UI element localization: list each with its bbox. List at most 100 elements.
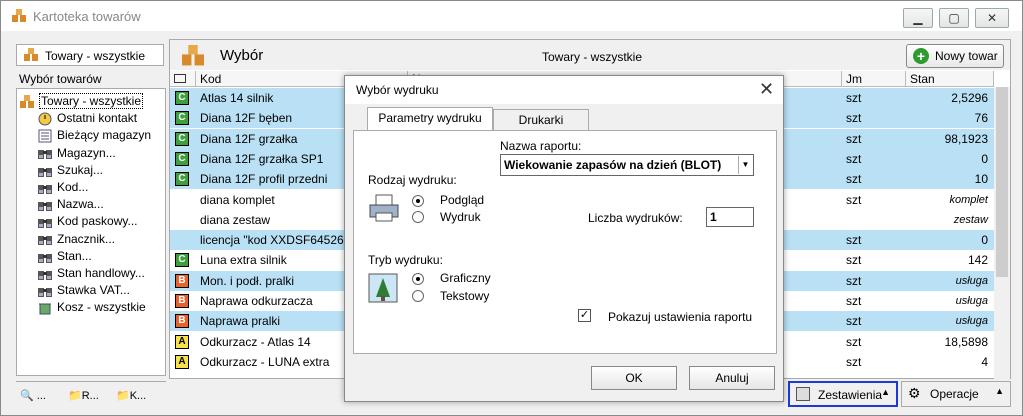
tree-item-label: Szukaj... — [57, 162, 104, 177]
tab-k[interactable]: 📁K... — [116, 386, 146, 406]
tree-item[interactable]: Stawka VAT... — [37, 282, 130, 299]
gear-icon: ⚙ — [908, 385, 921, 401]
cell-jm: szt — [846, 354, 862, 369]
show-settings-checkbox[interactable]: ✓ — [578, 309, 591, 322]
zestawienia-button[interactable]: Zestawienia ▲ — [788, 381, 898, 407]
minimize-button[interactable]: ▁ — [903, 8, 933, 28]
cell-kod: Odkurzacz - LUNA extra — [200, 354, 330, 369]
boxes-icon — [12, 9, 26, 22]
boxes-icon — [182, 45, 204, 66]
binoculars-icon — [37, 181, 53, 195]
tree-item-label: Kod... — [57, 180, 89, 194]
cell-stan: usługa — [955, 295, 988, 307]
tree-item-label: Ostatni kontakt — [57, 111, 138, 126]
close-button[interactable]: ✕ — [975, 8, 1009, 28]
cancel-button[interactable]: Anuluj — [689, 366, 775, 390]
scroll-thumb[interactable] — [996, 87, 1008, 277]
maximize-button[interactable]: ▢ — [939, 8, 969, 28]
cell-jm: szt — [846, 91, 862, 105]
category-badge: A — [175, 354, 189, 369]
copies-input[interactable]: 1 — [706, 207, 754, 227]
tree-item[interactable]: Ostatni kontakt — [37, 110, 137, 127]
operacje-button[interactable]: ⚙ Operacje ▲ — [901, 381, 1011, 407]
section-label: Wybór towarów — [19, 72, 102, 86]
tab-drukarki[interactable]: Drukarki — [493, 109, 589, 131]
cell-kod: Odkurzacz - Atlas 14 — [200, 334, 311, 349]
clock-icon — [37, 112, 53, 126]
goods-filter-combo[interactable]: Towary - wszystkie — [16, 44, 164, 66]
radio-wydruk[interactable] — [412, 211, 424, 223]
show-settings-label: Pokazuj ustawienia raportu — [608, 310, 753, 324]
ok-button[interactable]: OK — [591, 366, 677, 390]
tree-item-label: Znacznik... — [57, 231, 116, 246]
radio-graficzny[interactable] — [412, 273, 424, 285]
tab-parametry[interactable]: Parametry wydruku — [367, 107, 493, 131]
dialog-close-icon[interactable]: ✕ — [759, 79, 774, 100]
cell-jm: szt — [846, 233, 862, 248]
cell-stan: 10 — [974, 172, 988, 187]
chevron-down-icon: ▼ — [738, 156, 752, 174]
cell-jm: szt — [846, 334, 862, 349]
tree-item[interactable]: Stan handlowy... — [37, 265, 145, 282]
plus-icon: + — [913, 48, 929, 64]
tree-item-label: Kod paskowy... — [57, 214, 138, 229]
graficzny-label: Graficzny — [440, 271, 491, 285]
cell-jm: szt — [846, 253, 862, 268]
tree-item-label: Stan handlowy... — [57, 266, 145, 280]
caret-up-icon: ▲ — [995, 386, 1004, 396]
tekstowy-label: Tekstowy — [440, 289, 490, 303]
dialog-title-bar: Wybór wydruku ✕ — [345, 76, 783, 104]
cell-stan: zestaw — [953, 213, 988, 226]
tree-item-label: Stan... — [57, 248, 92, 263]
col-select[interactable] — [170, 71, 196, 87]
trash-icon — [37, 301, 53, 315]
binoculars-icon — [37, 198, 53, 212]
cell-stan: komplet — [949, 193, 988, 206]
cell-jm: szt — [846, 273, 862, 288]
cell-kod: Diana 12F grzałka SP1 — [200, 151, 324, 166]
col-stan[interactable]: Stan — [906, 71, 994, 87]
binoculars-icon — [37, 284, 53, 298]
tab-search[interactable]: 🔍 ... — [20, 386, 46, 406]
category-badge: C — [175, 91, 189, 105]
col-jm[interactable]: Jm — [842, 71, 906, 87]
grid-title: Wybór — [220, 47, 264, 64]
tree-item[interactable]: Stan... — [37, 248, 92, 265]
tree-item[interactable]: Nazwa... — [37, 196, 104, 213]
cell-stan: 0 — [981, 151, 988, 166]
tree-item[interactable]: Kod paskowy... — [37, 213, 137, 230]
cell-stan: 0 — [981, 233, 988, 248]
printer-icon — [369, 194, 399, 222]
cell-kod: Naprawa odkurzacza — [200, 294, 313, 308]
binoculars-icon — [37, 164, 53, 178]
category-badge: B — [175, 273, 189, 288]
new-item-button[interactable]: + Nowy towar — [906, 44, 1004, 68]
tree-item[interactable]: Szukaj... — [37, 162, 103, 179]
picture-icon — [368, 273, 398, 303]
report-name-label: Nazwa raportu: — [500, 139, 582, 153]
radio-tekstowy[interactable] — [412, 290, 424, 302]
tree-item[interactable]: Znacznik... — [37, 231, 115, 248]
maximize-icon: ▢ — [948, 11, 960, 25]
tree-item-label: Stawka VAT... — [57, 283, 130, 298]
cell-stan: 18,5898 — [944, 334, 988, 349]
tree-item[interactable]: Bieżący magazyn — [37, 127, 151, 144]
cell-kod: Diana 12F profil przedni — [200, 172, 328, 187]
tree-item-label: Towary - wszystkie — [39, 93, 144, 109]
category-badge: A — [175, 334, 189, 349]
tree-item[interactable]: Magazyn... — [37, 145, 116, 162]
tree-item[interactable]: Towary - wszystkie — [19, 93, 144, 110]
cell-kod: diana zestaw — [200, 212, 271, 227]
tree-item-label: Kosz - wszystkie — [57, 300, 146, 315]
wydruk-label: Wydruk — [440, 210, 481, 224]
tree-item[interactable]: Kod... — [37, 179, 88, 196]
radio-podglad[interactable] — [412, 195, 424, 207]
grid-scrollbar[interactable] — [994, 87, 1010, 379]
tree-item-label: Bieżący magazyn — [57, 128, 152, 143]
tree-item[interactable]: Kosz - wszystkie — [37, 299, 146, 316]
report-select[interactable]: Wiekowanie zapasów na dzień (BLOT) ▼ — [500, 154, 754, 176]
tab-r[interactable]: 📁R... — [68, 386, 99, 406]
copies-label: Liczba wydruków: — [588, 211, 683, 225]
cell-jm: szt — [846, 314, 862, 329]
boxes-icon — [24, 48, 38, 61]
